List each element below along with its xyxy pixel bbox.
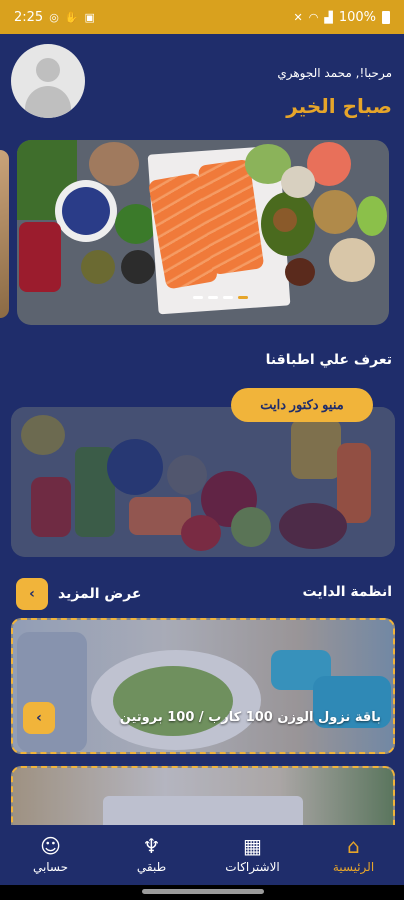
carousel-prev-peek[interactable]: [0, 150, 9, 318]
carousel-dot[interactable]: [193, 296, 203, 299]
status-bar: 2:25 ◎ ✋ ▣ ✕ ◠ ▟ 100%: [0, 0, 404, 34]
carousel-indicator: [193, 296, 248, 299]
bottom-nav: ⌂ الرئيسية ▦ الاشتراكات ♆ طبقي ☺ حسابي: [0, 825, 404, 885]
apple-image: [357, 196, 387, 236]
nav-label: الرئيسية: [332, 860, 375, 874]
rice-bowl-image: [329, 238, 375, 282]
lentils-image: [313, 190, 357, 234]
avatar-body: [25, 86, 71, 118]
user-icon: ☺: [40, 834, 61, 858]
battery-icon: [382, 10, 390, 24]
home-gesture-pill[interactable]: [142, 889, 264, 894]
diet-section-title: انظمة الدايت: [302, 584, 392, 600]
status-time: 2:25: [14, 9, 44, 25]
show-more-arrow-button[interactable]: ‹: [16, 578, 48, 610]
nav-item-account[interactable]: ☺ حسابي: [0, 825, 101, 885]
menu-section-title: تعرف علي اطباقنا: [265, 352, 392, 368]
notification-icon: ◎: [49, 10, 59, 24]
home-icon: ⌂: [347, 834, 360, 858]
nav-item-my-dish[interactable]: ♆ طبقي: [101, 825, 202, 885]
diet-plan-card[interactable]: ‹ باقة نزول الوزن 100 كارب / 100 بروتين: [11, 618, 395, 754]
app-notification-icon: ▣: [84, 10, 95, 24]
wifi-icon: ◠: [308, 10, 319, 24]
menu-card-overlay: [11, 407, 395, 557]
dates-image: [285, 258, 315, 286]
show-more-label[interactable]: عرض المزيد: [58, 586, 141, 602]
grain-bowl-image: [89, 142, 139, 186]
nav-item-subscriptions[interactable]: ▦ الاشتراكات: [202, 825, 303, 885]
diet-plan-arrow-button[interactable]: ‹: [23, 702, 55, 734]
greeting-text: مرحبا!, محمد الجوهري: [277, 66, 392, 80]
grain-cup-image: [281, 166, 315, 198]
diet-plan-name: باقة نزول الوزن 100 كارب / 100 بروتين: [119, 710, 381, 725]
diet-card-shade: [13, 620, 393, 752]
blueberries-image: [62, 187, 110, 235]
chia-image: [121, 250, 155, 284]
carousel-dot[interactable]: [208, 296, 218, 299]
menu-card[interactable]: [11, 407, 395, 557]
show-more-row[interactable]: ‹ عرض المزيد: [16, 578, 141, 610]
pomegranate-image: [19, 222, 61, 292]
store-icon: ▦: [243, 834, 262, 858]
seeds-bowl-image: [81, 250, 115, 284]
avatar[interactable]: [11, 44, 85, 118]
nav-label: طبقي: [136, 860, 167, 874]
avocado-seed-image: [273, 208, 297, 232]
avatar-head: [36, 58, 60, 82]
carousel-dot[interactable]: [223, 296, 233, 299]
cutlery-icon: ♆: [142, 834, 161, 858]
banner-carousel[interactable]: [17, 140, 389, 325]
nav-item-home[interactable]: ⌂ الرئيسية: [303, 825, 404, 885]
signal-icon: ▟: [324, 10, 333, 24]
diet-card-arrow-wrap: ‹: [23, 702, 55, 734]
mute-icon: ✕: [293, 10, 303, 24]
nav-label: الاشتراكات: [225, 860, 280, 874]
battery-percent: 100%: [338, 9, 376, 25]
status-right: ✕ ◠ ▟ 100%: [294, 10, 390, 25]
status-left: 2:25 ◎ ✋ ▣: [14, 10, 95, 25]
menu-button[interactable]: منيو دكتور دايت: [231, 388, 373, 422]
nav-label: حسابي: [32, 860, 69, 874]
morning-title: صباح الخير: [286, 94, 392, 118]
carousel-dot-active[interactable]: [238, 296, 248, 299]
notification-icon: ✋: [64, 10, 79, 24]
